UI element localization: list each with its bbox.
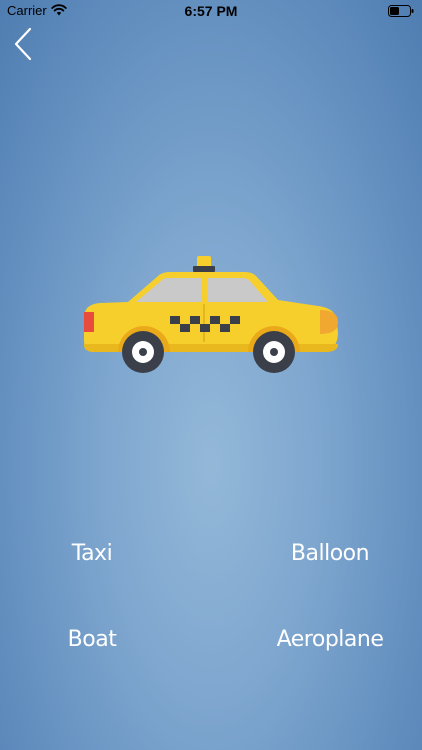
option-taxi[interactable]: Taxi (22, 541, 162, 566)
option-boat[interactable]: Boat (22, 627, 162, 652)
status-bar: Carrier 6:57 PM (0, 0, 422, 22)
chevron-left-icon (14, 27, 32, 61)
status-time: 6:57 PM (184, 3, 238, 19)
option-balloon[interactable]: Balloon (260, 541, 400, 566)
option-aeroplane[interactable]: Aeroplane (260, 627, 400, 652)
taxi-image (84, 256, 338, 373)
battery-icon (388, 4, 414, 22)
back-button[interactable] (10, 26, 40, 64)
